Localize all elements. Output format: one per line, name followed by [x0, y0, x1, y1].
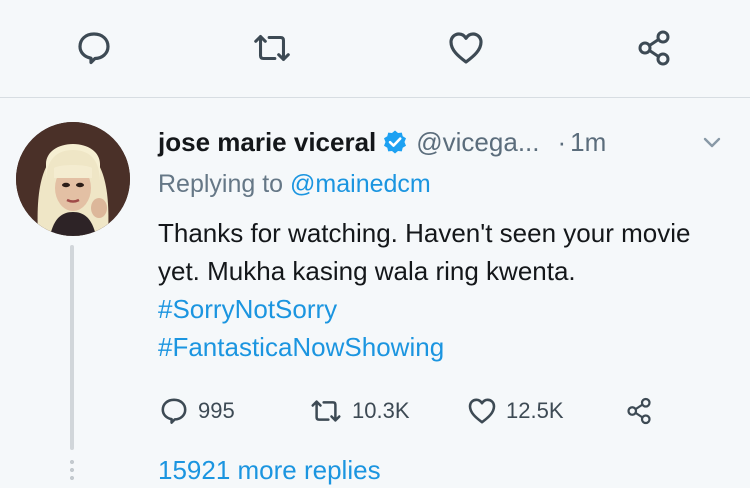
share-button[interactable]: [632, 26, 676, 70]
author-name[interactable]: jose marie viceral: [158, 127, 376, 158]
retweet-icon: [311, 400, 341, 422]
replying-to: Replying to @mainedcm: [158, 170, 431, 199]
thread-line: [70, 245, 74, 450]
more-replies-link[interactable]: 15921 more replies: [158, 455, 381, 486]
retweet-count-button[interactable]: 10.3K: [308, 393, 410, 429]
tweet-text: Thanks for watching. Haven't seen your m…: [158, 214, 718, 366]
like-icon: [468, 398, 496, 424]
like-icon: [449, 32, 483, 64]
separator-dot: ·: [557, 126, 567, 157]
author-handle[interactable]: @vicega...: [416, 127, 539, 158]
like-button[interactable]: [444, 26, 488, 70]
replying-mention-link[interactable]: @mainedcm: [290, 170, 431, 198]
hashtag-link[interactable]: #SorryNotSorry: [158, 294, 337, 324]
verified-badge-icon: [382, 129, 408, 155]
like-count: 12.5K: [506, 398, 564, 423]
share-button[interactable]: [624, 393, 662, 429]
tweet-body: Thanks for watching. Haven't seen your m…: [158, 218, 691, 286]
top-action-bar: [0, 0, 750, 95]
reply-button[interactable]: [72, 26, 116, 70]
retweet-icon: [254, 34, 290, 62]
reply-count: 995: [198, 398, 235, 423]
thread-dots: [70, 458, 74, 482]
chevron-down-icon: [703, 137, 721, 148]
reply-count-button[interactable]: 995: [158, 393, 235, 429]
share-icon: [627, 397, 651, 425]
divider: [0, 97, 750, 98]
replying-label: Replying to: [158, 170, 284, 198]
hashtag-link[interactable]: #FantasticaNowShowing: [158, 332, 444, 362]
tweet-header: jose marie viceral @vicega... · 1m: [158, 124, 606, 160]
avatar[interactable]: [16, 122, 130, 236]
retweet-button[interactable]: [250, 26, 294, 70]
timestamp[interactable]: 1m: [570, 127, 606, 158]
reply-icon: [78, 32, 110, 65]
retweet-count: 10.3K: [352, 398, 410, 423]
like-count-button[interactable]: 12.5K: [466, 393, 564, 429]
share-icon: [638, 30, 670, 66]
more-options-button[interactable]: [700, 130, 724, 159]
reply-icon: [161, 398, 187, 424]
